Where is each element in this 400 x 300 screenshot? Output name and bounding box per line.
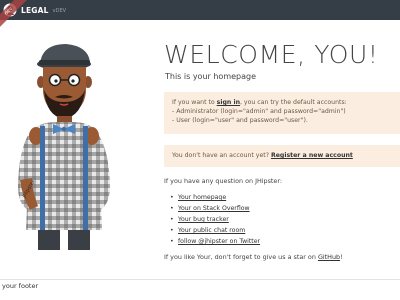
chat-room-link[interactable]: Your public chat room (178, 227, 245, 234)
question-text: If you have any question on JHipster: (164, 177, 283, 185)
register-link[interactable]: Register a new account (271, 152, 353, 159)
signin-alert: If you want to sign in, you can try the … (164, 92, 400, 134)
list-item: Your bug tracker (170, 214, 260, 225)
list-item: follow @jhipster on Twitter (170, 236, 260, 247)
twitter-link[interactable]: follow @jhipster on Twitter (178, 238, 260, 245)
sign-in-link[interactable]: sign in (217, 99, 240, 106)
github-link[interactable]: GitHub (318, 253, 340, 261)
github-star-text: If you like Your, don't forget to give u… (164, 253, 343, 261)
page-title: WELCOME, YOU! (164, 40, 379, 69)
brand-version: vDEV (52, 7, 67, 14)
footer-divider (0, 279, 400, 280)
footer-text: your footer (2, 282, 39, 290)
list-item: Your on Stack Overflow (170, 203, 260, 214)
stack-overflow-link[interactable]: Your on Stack Overflow (178, 205, 250, 212)
jhipster-mascot-illustration: JHipster (18, 44, 110, 250)
homepage-link[interactable]: Your homepage (178, 194, 226, 201)
help-links-list: Your homepage Your on Stack Overflow You… (170, 192, 260, 247)
signin-alert-line-1: If you want to sign in, you can try the … (172, 99, 392, 108)
bug-tracker-link[interactable]: Your bug tracker (178, 216, 229, 223)
navbar: LEGAL vDEV dev (0, 0, 400, 31)
list-item: Your public chat room (170, 225, 260, 236)
list-item: Your homepage (170, 192, 260, 203)
star-prefix: If you like Your, don't forget to give u… (164, 253, 318, 261)
signin-alert-suffix: , you can try the default accounts: (239, 99, 347, 106)
register-alert: You don't have an account yet? Register … (164, 145, 400, 167)
user-account-line: - User (login="user" and password="user"… (172, 116, 308, 124)
brand-name: LEGAL (21, 5, 49, 15)
register-alert-text: You don't have an account yet? (172, 152, 271, 159)
page-subtitle: This is your homepage (165, 72, 257, 81)
signin-alert-prefix: If you want to (172, 99, 217, 106)
star-suffix: ! (340, 253, 343, 261)
admin-account-line: - Administrator (login="admin" and passw… (172, 107, 346, 115)
